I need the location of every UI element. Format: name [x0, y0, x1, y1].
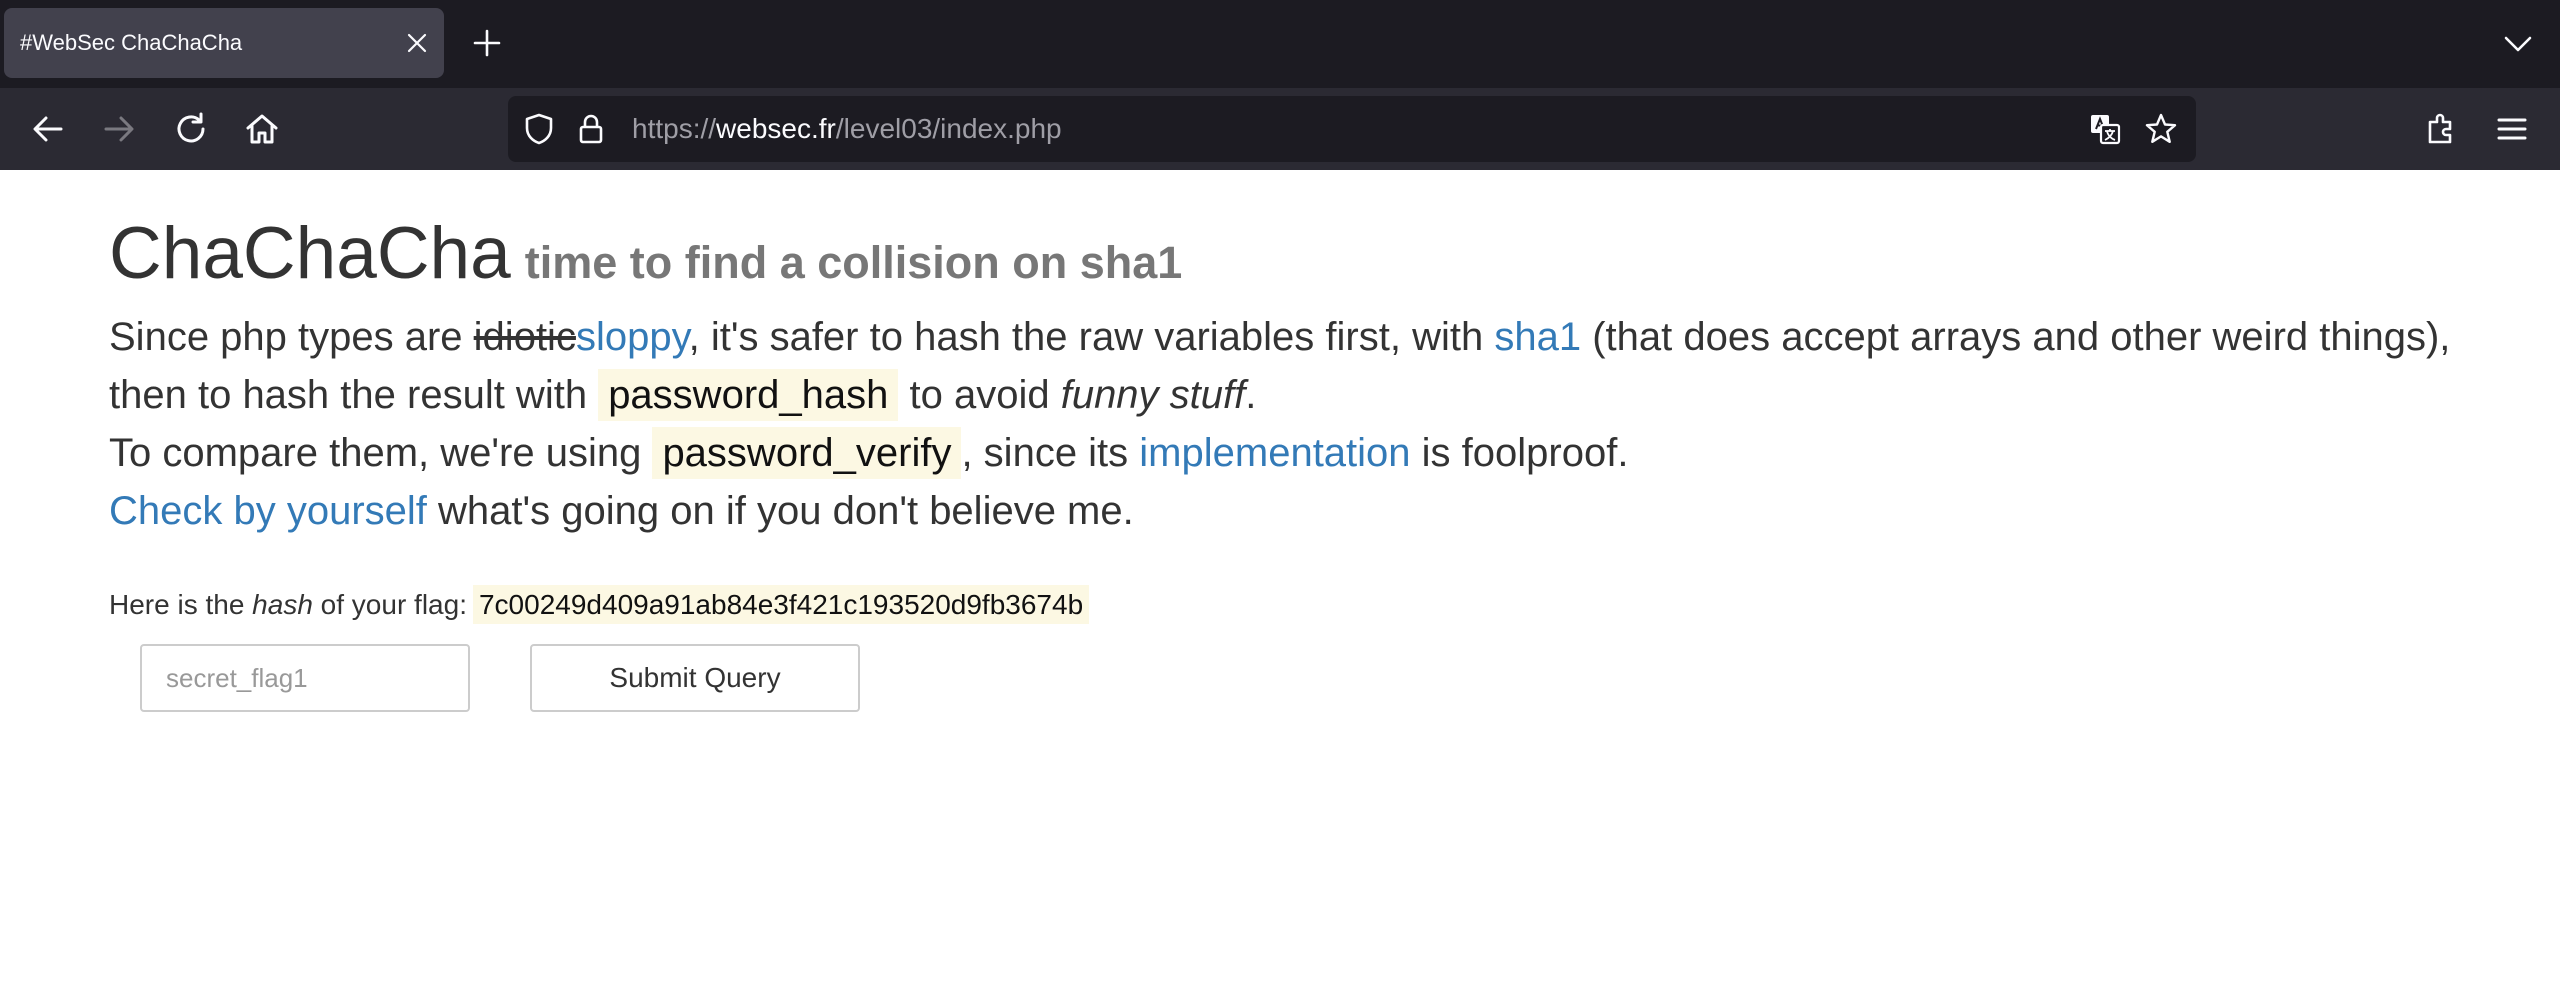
- address-bar[interactable]: https://websec.fr/level03/index.php: [508, 96, 2196, 162]
- page-heading: ChaChaCha time to find a collision on sha…: [109, 212, 1182, 295]
- url-host: websec.fr: [716, 113, 836, 144]
- intro-text-segment: , it's safer to hash the raw variables f…: [688, 315, 1495, 359]
- password-hash-code: password_hash: [598, 369, 899, 421]
- flag-text-segment: of your flag:: [312, 589, 467, 620]
- extensions-icon[interactable]: [2422, 110, 2460, 148]
- flag-hash-line: Here is the hash of your flag: 7c00249d40…: [109, 584, 1090, 626]
- forward-arrow-icon[interactable]: [100, 110, 138, 148]
- flag-text-segment: Here is the: [109, 589, 253, 620]
- compare-text-segment: is: [1410, 431, 1462, 475]
- password-verify-code: password_verify: [652, 427, 962, 479]
- page-content: ChaChaCha time to find a collision on sha…: [0, 170, 2560, 986]
- new-tab-icon[interactable]: [470, 26, 504, 60]
- sloppy-link[interactable]: sloppy: [576, 315, 689, 359]
- page-title: ChaChaCha: [109, 213, 511, 294]
- tab-title: #WebSec ChaChaCha: [20, 30, 243, 55]
- url-scheme: https://: [632, 113, 717, 144]
- funny-stuff-text: funny stuff: [1060, 373, 1246, 417]
- intro-text-segment: Since php types are: [109, 315, 474, 359]
- intro-text-segment: to avoid: [898, 373, 1061, 417]
- secret-flag-input[interactable]: [140, 644, 470, 712]
- page-subtitle: time to find a collision on sha1: [524, 237, 1183, 288]
- intro-text-segment: .: [1245, 373, 1257, 417]
- flag-hash-value: 7c00249d409a91ab84e3f421c193520d9fb3674b: [472, 585, 1090, 624]
- translate-icon[interactable]: [2088, 112, 2122, 146]
- home-icon[interactable]: [243, 110, 281, 148]
- compare-text-segment: , since its: [961, 431, 1140, 475]
- compare-text-segment: .: [1617, 431, 1629, 475]
- struck-word: idiotic: [473, 315, 576, 359]
- submit-query-button[interactable]: Submit Query: [530, 644, 860, 712]
- back-arrow-icon[interactable]: [29, 110, 67, 148]
- hamburger-menu-icon[interactable]: [2493, 110, 2531, 148]
- check-text-segment: what's going on if you don't believe me.: [426, 489, 1134, 533]
- intro-text: Since php types are idioticsloppy, it's …: [109, 308, 2489, 540]
- navigation-toolbar: https://websec.fr/level03/index.php: [0, 88, 2560, 170]
- compare-text-segment: To compare them, we're using: [109, 431, 653, 475]
- close-tab-icon[interactable]: [404, 30, 430, 56]
- star-bookmark-icon[interactable]: [2144, 112, 2178, 146]
- sha1-link[interactable]: sha1: [1494, 315, 1581, 359]
- shield-icon[interactable]: [522, 112, 556, 146]
- hash-word: hash: [252, 589, 313, 620]
- implementation-link[interactable]: implementation: [1139, 431, 1410, 475]
- lock-icon[interactable]: [574, 112, 608, 146]
- browser-tab[interactable]: #WebSec ChaChaCha: [4, 8, 444, 78]
- chevron-down-icon[interactable]: [2502, 28, 2534, 60]
- reload-icon[interactable]: [172, 110, 210, 148]
- tab-strip: #WebSec ChaChaCha: [0, 0, 2560, 88]
- url-text[interactable]: https://websec.fr/level03/index.php: [632, 96, 1062, 162]
- foolproof-text: foolproof: [1461, 431, 1618, 475]
- url-path: /level03/index.php: [835, 113, 1062, 144]
- check-by-yourself-link[interactable]: Check by yourself: [109, 489, 427, 533]
